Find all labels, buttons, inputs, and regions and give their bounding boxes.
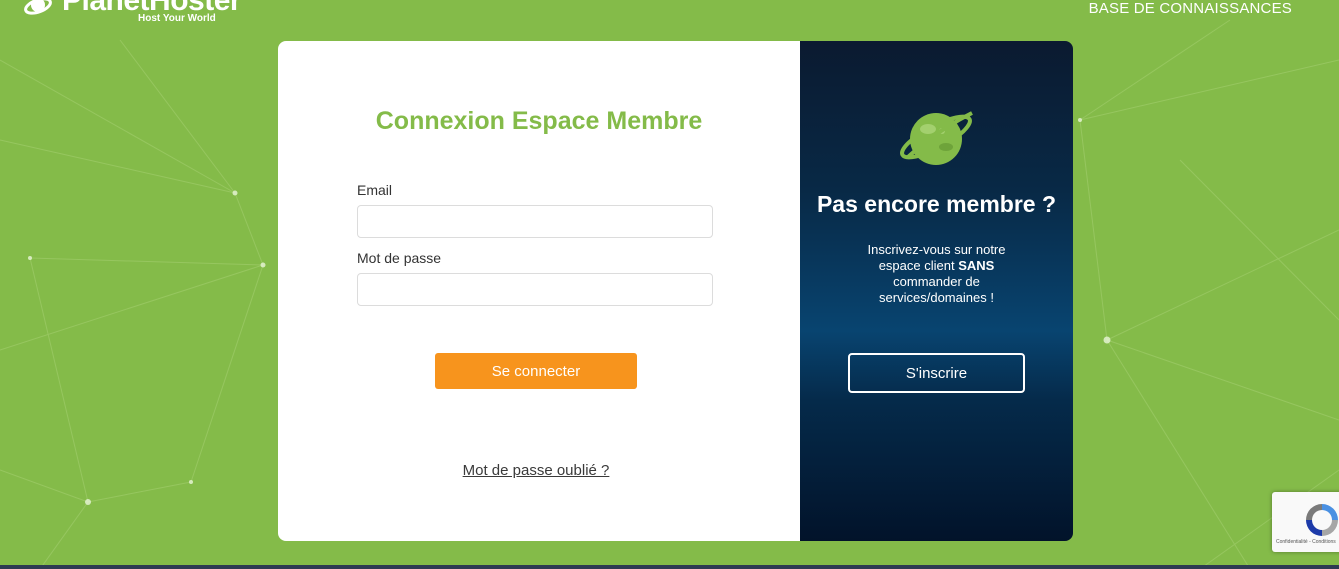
recaptcha-badge[interactable]: Confidentialité - Conditions (1272, 492, 1339, 552)
login-panel: Connexion Espace Membre Email Mot de pas… (278, 41, 800, 541)
email-label: Email (357, 182, 393, 198)
login-button[interactable]: Se connecter (435, 353, 637, 389)
recaptcha-links[interactable]: Confidentialité - Conditions (1276, 539, 1336, 545)
login-card: Connexion Espace Membre Email Mot de pas… (278, 41, 1073, 541)
page-title: Connexion Espace Membre (375, 107, 703, 135)
forgot-password-link[interactable]: Mot de passe oublié ? (278, 462, 794, 479)
knowledge-base-link[interactable]: BASE DE CONNAISSANCES (1089, 0, 1292, 17)
planet-logo-icon (24, 0, 52, 15)
signup-title: Pas encore membre ? (816, 191, 1057, 217)
signup-panel: Pas encore membre ? Inscrivez-vous sur n… (800, 41, 1073, 541)
password-label: Mot de passe (357, 250, 442, 266)
bottom-strip (0, 565, 1339, 569)
email-field[interactable] (357, 205, 713, 238)
signup-description: Inscrivez-vous sur notre espace client S… (867, 242, 1006, 305)
recaptcha-icon (1306, 504, 1338, 536)
brand-tagline: Host Your World (138, 13, 216, 24)
password-field[interactable] (357, 273, 713, 306)
planet-illustration-icon (900, 111, 973, 165)
signup-button[interactable]: S'inscrire (848, 353, 1025, 393)
